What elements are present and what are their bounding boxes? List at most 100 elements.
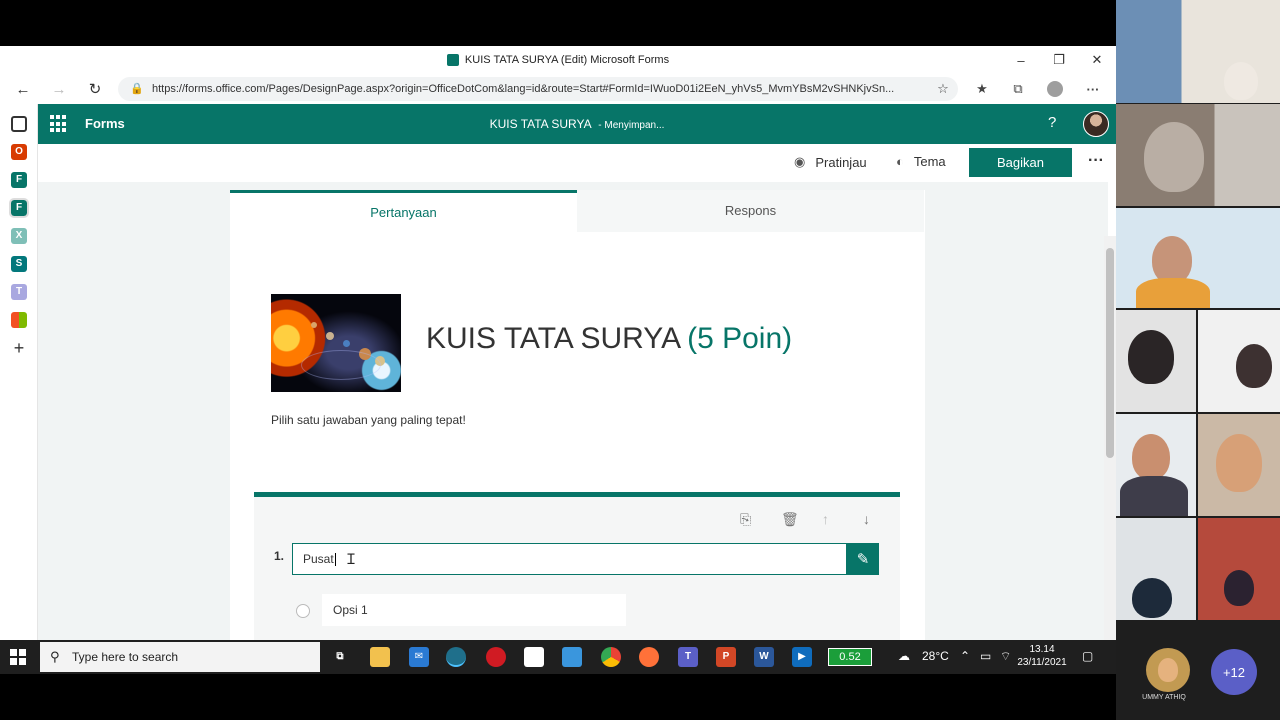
firefox-icon[interactable] bbox=[639, 647, 659, 667]
opera-icon[interactable] bbox=[486, 647, 506, 667]
form-card: Pertanyaan Respons KUIS TATA SURYA (5 Poi… bbox=[230, 190, 925, 640]
preview-label: Pratinjau bbox=[815, 154, 867, 170]
solar-system-image[interactable] bbox=[271, 294, 401, 392]
form-tabs: Pertanyaan Respons bbox=[230, 190, 925, 232]
tab-actions-icon[interactable] bbox=[11, 116, 27, 132]
taskbar-search[interactable]: ⚲ Type here to search bbox=[40, 642, 320, 672]
question-input[interactable]: Pusat bbox=[292, 543, 847, 575]
text-cursor-icon: Ｉ bbox=[344, 551, 358, 567]
delete-question-icon[interactable]: 🗑 bbox=[781, 511, 799, 528]
media-player-icon[interactable]: ▶ bbox=[792, 647, 812, 667]
participant-tile[interactable] bbox=[1116, 414, 1196, 516]
add-favorite-icon[interactable]: ☆ bbox=[932, 79, 954, 99]
clock-date: 23/11/2021 bbox=[1017, 657, 1067, 668]
refresh-button[interactable]: ↻ bbox=[82, 78, 108, 100]
office-app-rail: O F F X S T + bbox=[0, 104, 38, 640]
sheets-icon[interactable]: X bbox=[11, 228, 27, 244]
sway-icon[interactable]: S bbox=[11, 256, 27, 272]
office-icon[interactable]: O bbox=[11, 144, 27, 160]
browser-window: KUIS TATA SURYA (Edit) Microsoft Forms –… bbox=[0, 46, 1116, 640]
wifi-icon[interactable]: ⌔ bbox=[1000, 649, 1011, 664]
mail-icon[interactable]: ✉ bbox=[409, 647, 429, 667]
minimize-button[interactable]: – bbox=[1002, 46, 1040, 74]
move-down-icon[interactable]: ↓ bbox=[863, 511, 870, 527]
participant-tile[interactable] bbox=[1198, 518, 1280, 620]
store-icon[interactable] bbox=[562, 647, 582, 667]
task-view-icon[interactable]: ⧉ bbox=[330, 647, 350, 667]
address-bar: ← → ↻ 🔒 https://forms.office.com/Pages/D… bbox=[0, 74, 1116, 104]
scrollbar-thumb[interactable] bbox=[1106, 248, 1114, 458]
close-button[interactable]: ✕ bbox=[1078, 46, 1116, 74]
avatar[interactable] bbox=[1083, 111, 1109, 137]
start-button[interactable] bbox=[10, 649, 26, 665]
video-call-panel: UMMY ATHIQ +12 bbox=[1116, 0, 1280, 720]
help-icon[interactable]: ? bbox=[1048, 114, 1056, 131]
windows-taskbar: ⚲ Type here to search ⧉ ✉ T P W ▶ 0.52 ☁… bbox=[0, 640, 1116, 674]
clock-time: 13.14 bbox=[1029, 644, 1055, 655]
forward-button[interactable]: → bbox=[46, 78, 72, 100]
participant-tile[interactable] bbox=[1116, 310, 1196, 412]
add-icon[interactable]: + bbox=[11, 339, 27, 357]
forms-app-icon bbox=[446, 54, 459, 66]
more-options-icon[interactable]: ··· bbox=[1088, 152, 1104, 170]
form-description[interactable]: Pilih satu jawaban yang paling tepat! bbox=[271, 413, 466, 427]
page-scrollbar[interactable] bbox=[1104, 236, 1116, 640]
question-text: Pusat bbox=[303, 552, 334, 566]
participant-tile[interactable] bbox=[1116, 104, 1280, 206]
clock[interactable]: 13.14 23/11/2021 bbox=[1016, 643, 1068, 669]
search-placeholder: Type here to search bbox=[72, 650, 179, 664]
option-1-input[interactable]: Opsi 1 bbox=[322, 594, 626, 626]
weather-icon[interactable]: ☁ bbox=[898, 649, 910, 663]
forms-icon[interactable]: F bbox=[11, 172, 27, 188]
document-icon[interactable] bbox=[524, 647, 544, 667]
url-field[interactable]: 🔒 https://forms.office.com/Pages/DesignP… bbox=[118, 77, 958, 101]
battery-icon[interactable]: ▭ bbox=[980, 649, 991, 663]
share-button[interactable]: Bagikan bbox=[969, 148, 1072, 177]
edge-icon[interactable] bbox=[446, 647, 466, 667]
participant-tile[interactable] bbox=[1116, 518, 1196, 620]
participant-tile[interactable] bbox=[1198, 414, 1280, 516]
participant-tile[interactable] bbox=[1116, 0, 1280, 103]
copy-question-icon[interactable]: ⎘ bbox=[740, 511, 751, 528]
forms-active-icon[interactable]: F bbox=[9, 198, 29, 218]
powerpoint-icon[interactable]: P bbox=[716, 647, 736, 667]
theme-label: Tema bbox=[913, 154, 946, 169]
question-number: 1. bbox=[274, 549, 285, 563]
profile-icon[interactable] bbox=[1044, 79, 1066, 99]
preview-button[interactable]: ◉ Pratinjau bbox=[794, 154, 867, 170]
title-bar: KUIS TATA SURYA (Edit) Microsoft Forms –… bbox=[0, 46, 1116, 74]
favorites-icon[interactable]: ★ bbox=[971, 79, 993, 99]
file-explorer-icon[interactable] bbox=[370, 647, 390, 667]
browser-menu-icon[interactable]: ··· bbox=[1082, 79, 1104, 99]
self-avatar[interactable] bbox=[1146, 648, 1190, 692]
eye-icon: ◉ bbox=[794, 154, 806, 169]
forms-header: Forms KUIS TATA SURYA - Menyimpan... ? bbox=[38, 104, 1116, 144]
restore-button[interactable]: ❐ bbox=[1040, 46, 1078, 74]
form-points: (5 Poin) bbox=[687, 322, 793, 355]
window-title: KUIS TATA SURYA (Edit) Microsoft Forms bbox=[464, 54, 670, 66]
insert-media-button[interactable]: ✎ bbox=[847, 543, 879, 575]
theme-button[interactable]: ◐ Tema bbox=[896, 154, 946, 169]
question-card: ⎘ 🗑 ↑ ↓ 1. Pusat Ｉ ✎ Opsi 1 bbox=[254, 492, 900, 640]
chrome-icon[interactable] bbox=[601, 647, 621, 667]
temperature[interactable]: 28°C bbox=[922, 649, 949, 663]
microsoft-icon[interactable] bbox=[11, 312, 27, 328]
show-hidden-icons[interactable]: ⌃ bbox=[960, 649, 970, 663]
more-participants-badge[interactable]: +12 bbox=[1211, 649, 1257, 695]
notifications-icon[interactable]: ▢ bbox=[1082, 649, 1093, 663]
move-up-icon[interactable]: ↑ bbox=[822, 511, 829, 527]
collections-icon[interactable]: ⧉ bbox=[1007, 79, 1029, 99]
form-title[interactable]: KUIS TATA SURYA (5 Poin) bbox=[426, 322, 792, 356]
word-icon[interactable]: W bbox=[754, 647, 774, 667]
battery-meter[interactable]: 0.52 bbox=[828, 648, 872, 666]
participant-tile[interactable] bbox=[1116, 208, 1280, 308]
option-radio[interactable] bbox=[296, 604, 310, 618]
tab-questions[interactable]: Pertanyaan bbox=[230, 190, 577, 232]
tab-responses[interactable]: Respons bbox=[577, 190, 924, 232]
palette-icon: ◐ bbox=[896, 154, 904, 169]
teams-taskbar-icon[interactable]: T bbox=[678, 647, 698, 667]
search-icon: ⚲ bbox=[50, 649, 60, 664]
back-button[interactable]: ← bbox=[10, 78, 36, 100]
teams-icon[interactable]: T bbox=[11, 284, 27, 300]
participant-tile[interactable] bbox=[1198, 310, 1280, 412]
